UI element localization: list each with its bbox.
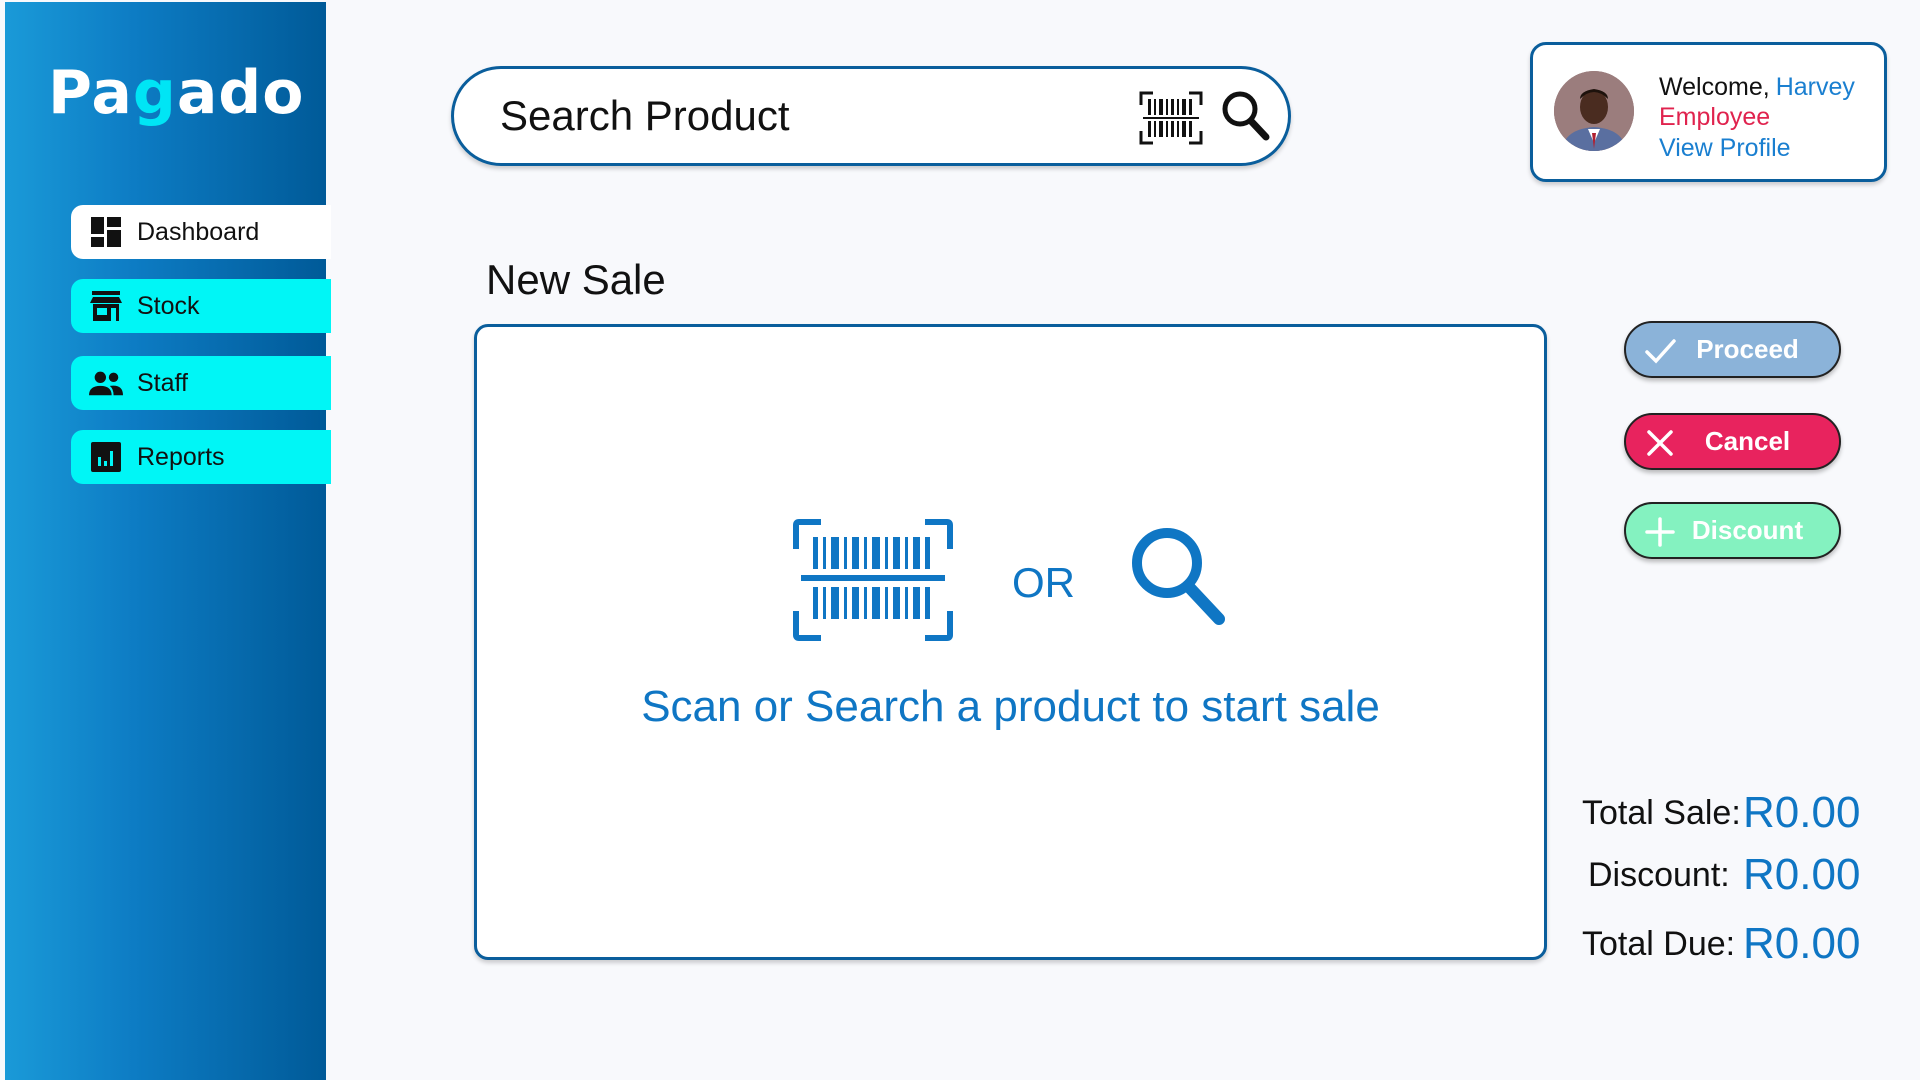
sidebar-item-label: Stock xyxy=(137,291,200,320)
discount-total-value: R0.00 xyxy=(1743,850,1861,899)
profile-card: Welcome, Harvey Employee View Profile xyxy=(1530,42,1887,182)
search-icon[interactable] xyxy=(1220,89,1272,143)
user-role: Employee xyxy=(1659,103,1771,131)
discount-label: Discount xyxy=(1691,515,1804,545)
avatar[interactable] xyxy=(1554,71,1634,151)
store-icon xyxy=(89,289,123,323)
empty-state-message: Scan or Search a product to start sale xyxy=(641,682,1380,731)
user-name: Harvey xyxy=(1775,73,1855,101)
barcode-scan-icon[interactable] xyxy=(1139,91,1203,145)
cancel-label: Cancel xyxy=(1704,426,1791,456)
total-sale-label: Total Sale: xyxy=(1582,794,1741,832)
total-due-label: Total Due: xyxy=(1582,925,1736,963)
search-input[interactable]: Search Product xyxy=(500,92,790,140)
sidebar-item-staff[interactable]: Staff xyxy=(71,356,331,410)
discount-button[interactable]: Discount xyxy=(1624,502,1841,559)
barcode-scan-icon xyxy=(793,519,953,641)
view-profile-link[interactable]: View Profile xyxy=(1659,134,1791,163)
dashboard-icon xyxy=(89,215,123,249)
sidebar-item-stock[interactable]: Stock xyxy=(71,279,331,333)
people-icon xyxy=(89,366,123,400)
sidebar-item-reports[interactable]: Reports xyxy=(71,430,331,484)
bar-chart-icon xyxy=(89,440,123,474)
app-logo: Pagado xyxy=(48,58,305,128)
welcome-line: Welcome, Harvey xyxy=(1659,73,1855,102)
proceed-button[interactable]: Proceed xyxy=(1624,321,1841,378)
sidebar-item-label: Reports xyxy=(137,442,225,471)
page-title: New Sale xyxy=(486,256,666,303)
sidebar-item-label: Staff xyxy=(137,368,188,397)
search-icon xyxy=(1127,523,1231,629)
search-bar[interactable]: Search Product xyxy=(451,66,1291,166)
or-separator: OR xyxy=(1012,559,1075,606)
total-due-value: R0.00 xyxy=(1743,919,1861,968)
sale-panel: OR Scan or Search a product to start sal… xyxy=(474,324,1547,960)
cancel-button[interactable]: Cancel xyxy=(1624,413,1841,470)
proceed-label: Proceed xyxy=(1696,334,1799,364)
app-root: Pagado Dashboard Stock Staff Reports Sea… xyxy=(0,0,1920,1080)
sidebar-item-label: Dashboard xyxy=(137,217,260,246)
welcome-label: Welcome, xyxy=(1659,73,1770,101)
sidebar: Pagado Dashboard Stock Staff Reports xyxy=(5,2,331,1080)
discount-total-label: Discount: xyxy=(1588,856,1730,894)
total-sale-value: R0.00 xyxy=(1743,788,1861,837)
sidebar-item-dashboard[interactable]: Dashboard xyxy=(71,205,331,259)
